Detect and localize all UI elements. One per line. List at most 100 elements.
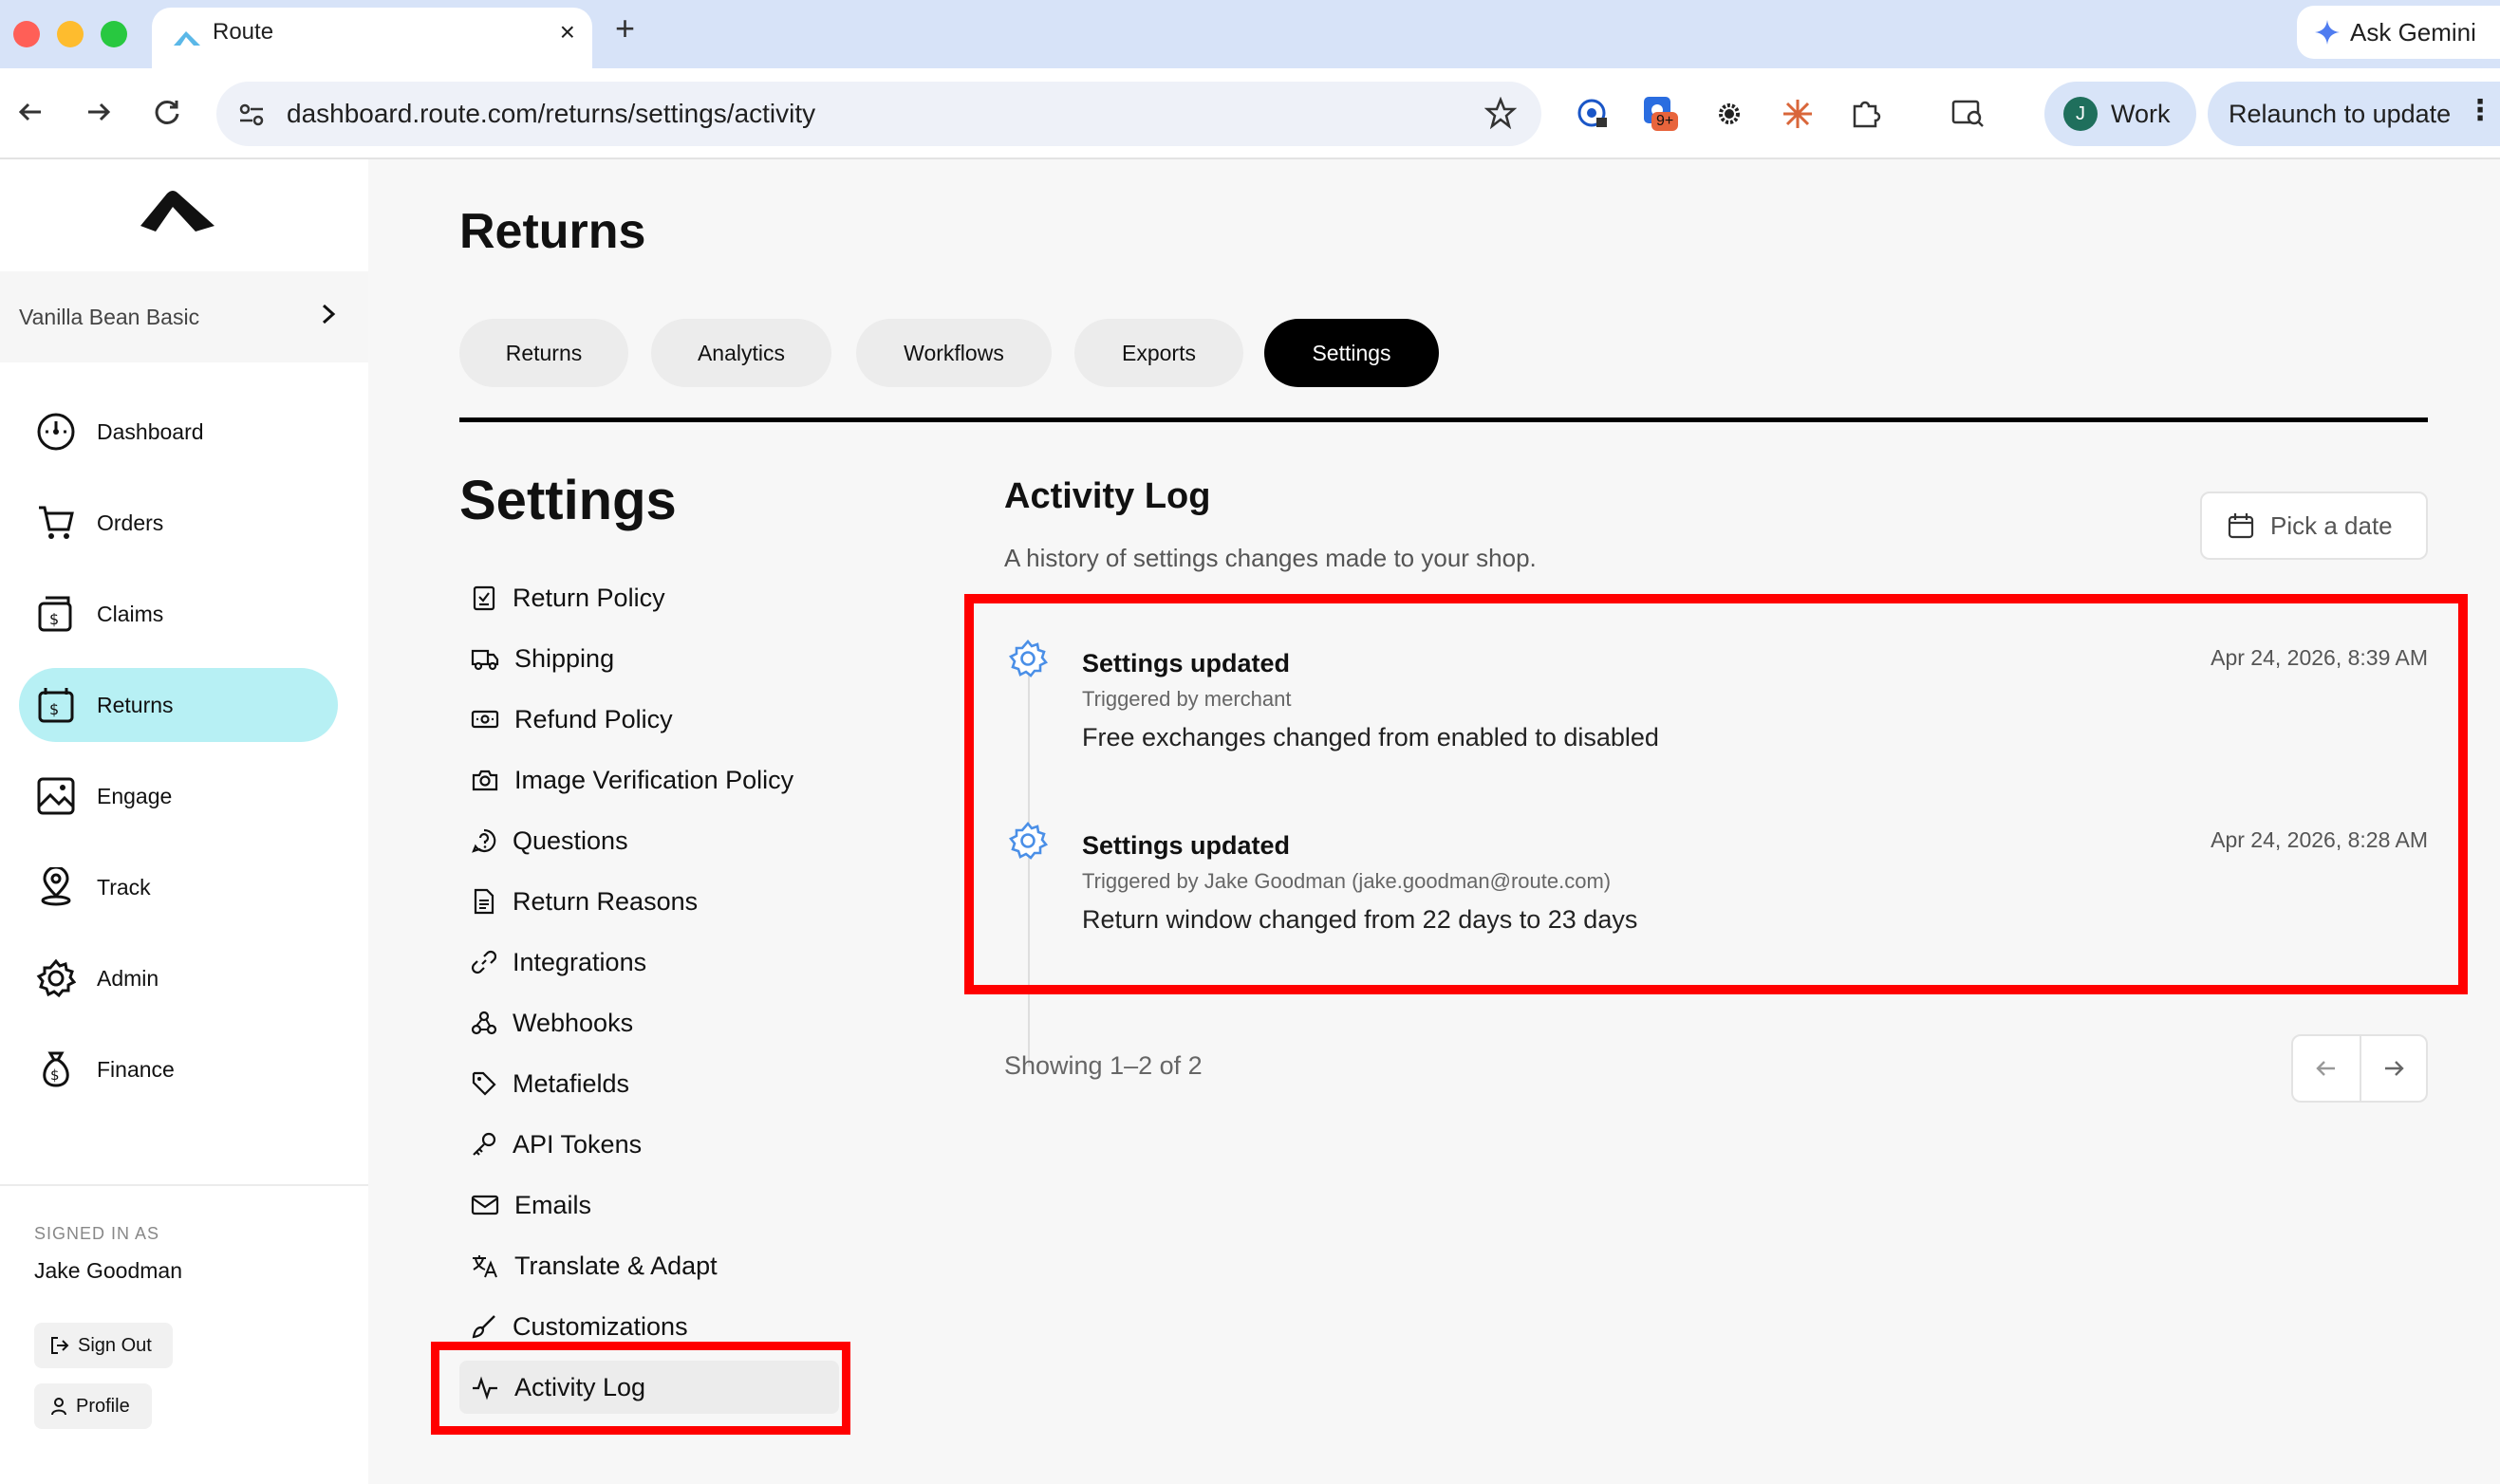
address-bar[interactable]: dashboard.route.com/returns/settings/act… bbox=[216, 82, 1541, 146]
settings-nav-integrations[interactable]: Integrations bbox=[459, 936, 839, 989]
activity-log-subtitle: A history of settings changes made to yo… bbox=[1004, 544, 1537, 572]
profile-chip[interactable]: J Work bbox=[2044, 82, 2196, 146]
new-tab-button[interactable]: + bbox=[615, 11, 635, 46]
maximize-window-button[interactable] bbox=[101, 21, 127, 47]
settings-nav-refund-policy[interactable]: Refund Policy bbox=[459, 693, 839, 746]
settings-nav-image-verification[interactable]: Image Verification Policy bbox=[459, 753, 839, 807]
bookmark-star-icon[interactable] bbox=[1484, 97, 1517, 129]
password-extension-icon[interactable] bbox=[1574, 95, 1612, 133]
settings-nav-return-reasons[interactable]: Return Reasons bbox=[459, 875, 839, 928]
sidebar-item-engage[interactable]: Engage bbox=[19, 759, 338, 833]
reload-button[interactable] bbox=[146, 91, 188, 133]
close-window-button[interactable] bbox=[13, 21, 40, 47]
webhook-icon bbox=[471, 1011, 497, 1035]
gemini-sparkle-icon bbox=[2315, 20, 2340, 45]
sidebar-item-claims[interactable]: $ Claims bbox=[19, 577, 338, 651]
sidebar-item-dashboard[interactable]: Dashboard bbox=[19, 395, 338, 469]
sidebar-item-label: Finance bbox=[97, 1056, 175, 1082]
shop-selector[interactable]: Vanilla Bean Basic bbox=[0, 271, 368, 362]
signed-in-user: Jake Goodman bbox=[34, 1258, 182, 1283]
sidebar-divider bbox=[0, 1184, 368, 1186]
settings-nav-label: Integrations bbox=[513, 947, 647, 976]
sign-out-button[interactable]: Sign Out bbox=[34, 1323, 173, 1368]
settings-nav-label: API Tokens bbox=[513, 1129, 643, 1159]
sidebar-item-admin[interactable]: Admin bbox=[19, 941, 338, 1015]
tab-workflows[interactable]: Workflows bbox=[856, 319, 1052, 387]
translate-icon bbox=[473, 1255, 497, 1278]
svg-text:$: $ bbox=[49, 700, 59, 718]
previous-page-button[interactable] bbox=[2293, 1036, 2360, 1101]
extension-badge: 9+ bbox=[1651, 112, 1679, 131]
next-page-button[interactable] bbox=[2360, 1036, 2426, 1101]
settings-nav-return-policy[interactable]: Return Policy bbox=[459, 571, 839, 624]
sun-extension-icon[interactable] bbox=[1710, 95, 1748, 133]
settings-nav-questions[interactable]: Questions bbox=[459, 814, 839, 867]
gear-icon bbox=[36, 958, 76, 998]
settings-nav-api-tokens[interactable]: API Tokens bbox=[459, 1118, 839, 1171]
profile-button[interactable]: Profile bbox=[34, 1383, 152, 1429]
settings-nav-translate[interactable]: Translate & Adapt bbox=[459, 1239, 839, 1292]
calendar-icon bbox=[2228, 513, 2254, 539]
kebab-menu-icon[interactable]: ⋮ bbox=[2466, 97, 2494, 125]
tab-close-icon[interactable]: × bbox=[560, 19, 575, 46]
arrow-left-icon bbox=[18, 102, 41, 121]
tab-search-icon[interactable] bbox=[1950, 95, 1987, 133]
claude-extension-icon[interactable] bbox=[1779, 95, 1817, 133]
sidebar-item-track[interactable]: Track bbox=[19, 850, 338, 924]
pagination-summary: Showing 1–2 of 2 bbox=[1004, 1051, 1203, 1080]
sidebar-item-label: Engage bbox=[97, 783, 173, 808]
settings-nav-label: Image Verification Policy bbox=[514, 765, 794, 794]
settings-nav-label: Refund Policy bbox=[514, 704, 673, 733]
tab-analytics[interactable]: Analytics bbox=[651, 319, 831, 387]
settings-nav-label: Questions bbox=[513, 825, 628, 855]
tab-exports[interactable]: Exports bbox=[1074, 319, 1243, 387]
key-icon bbox=[473, 1132, 496, 1156]
brush-icon bbox=[472, 1315, 495, 1339]
document-icon bbox=[474, 888, 494, 915]
highlight-box-log bbox=[964, 594, 2468, 994]
sidebar-item-finance[interactable]: $ Finance bbox=[19, 1032, 338, 1106]
back-button[interactable] bbox=[9, 91, 51, 133]
ask-gemini-button[interactable]: Ask Gemini bbox=[2297, 6, 2500, 59]
settings-nav-label: Emails bbox=[514, 1190, 592, 1219]
settings-title: Settings bbox=[459, 470, 677, 531]
browser-tab[interactable]: Route × bbox=[152, 8, 592, 68]
dashboard-icon bbox=[37, 413, 75, 451]
settings-nav-shipping[interactable]: Shipping bbox=[459, 632, 839, 685]
sidebar-item-label: Claims bbox=[97, 601, 164, 626]
cart-icon bbox=[39, 506, 74, 539]
puzzle-extensions-icon[interactable] bbox=[1847, 95, 1885, 133]
tab-returns[interactable]: Returns bbox=[459, 319, 628, 387]
chevron-right-icon bbox=[322, 304, 336, 325]
ask-gemini-label: Ask Gemini bbox=[2350, 17, 2476, 46]
sidebar-item-orders[interactable]: Orders bbox=[19, 486, 338, 560]
activity-log-title: Activity Log bbox=[1004, 476, 1211, 516]
settings-nav-metafields[interactable]: Metafields bbox=[459, 1057, 839, 1110]
tab-settings[interactable]: Settings bbox=[1264, 319, 1439, 387]
minimize-window-button[interactable] bbox=[57, 21, 84, 47]
date-picker-label: Pick a date bbox=[2270, 510, 2393, 540]
calendar-extension-icon[interactable]: 9+ bbox=[1642, 95, 1680, 133]
date-picker-button[interactable]: Pick a date bbox=[2200, 492, 2428, 560]
settings-nav-label: Return Policy bbox=[513, 583, 665, 612]
user-icon bbox=[51, 1398, 66, 1416]
mail-icon bbox=[471, 1195, 499, 1215]
relaunch-button[interactable]: Relaunch to update ⋮ bbox=[2208, 82, 2500, 146]
banknote-icon bbox=[471, 710, 499, 729]
settings-nav-emails[interactable]: Emails bbox=[459, 1178, 839, 1232]
pagination bbox=[2291, 1034, 2428, 1103]
forward-button[interactable] bbox=[78, 91, 120, 133]
sign-out-icon bbox=[51, 1337, 69, 1354]
settings-nav-label: Webhooks bbox=[513, 1008, 634, 1037]
returns-icon: $ bbox=[38, 688, 74, 723]
location-pin-icon bbox=[41, 867, 71, 906]
browser-toolbar: dashboard.route.com/returns/settings/act… bbox=[0, 68, 2500, 159]
shop-name: Vanilla Bean Basic bbox=[19, 304, 200, 329]
reload-icon bbox=[155, 100, 179, 124]
settings-nav-label: Translate & Adapt bbox=[514, 1251, 718, 1280]
settings-nav-webhooks[interactable]: Webhooks bbox=[459, 996, 839, 1049]
svg-text:$: $ bbox=[49, 610, 59, 628]
site-info-icon[interactable] bbox=[237, 101, 266, 129]
sidebar-item-returns[interactable]: $ Returns bbox=[19, 668, 338, 742]
profile-label: Work bbox=[2111, 99, 2171, 128]
